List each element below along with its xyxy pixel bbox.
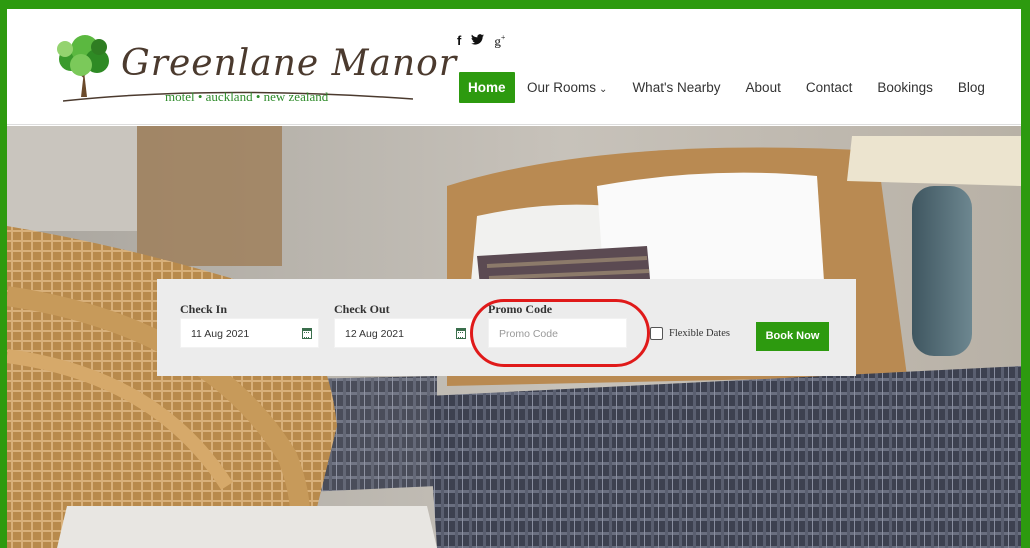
nav-blog[interactable]: Blog [945, 73, 997, 102]
book-now-button[interactable]: Book Now [756, 322, 829, 351]
check-out-label: Check Out [334, 302, 390, 316]
nav-bookings[interactable]: Bookings [865, 73, 946, 102]
calendar-icon[interactable] [456, 328, 466, 339]
flexible-dates-checkbox[interactable] [650, 327, 663, 340]
check-in-value: 11 Aug 2021 [191, 328, 250, 340]
twitter-icon[interactable] [471, 33, 485, 49]
brand-name: Greenlane Manor [121, 43, 458, 84]
check-out-value: 12 Aug 2021 [345, 328, 404, 340]
google-plus-icon[interactable]: g+ [494, 33, 505, 49]
calendar-icon[interactable] [302, 328, 312, 339]
main-nav: Home Our Rooms ⌄ What's Nearby About Cont… [459, 72, 997, 103]
promo-code-highlight-ring [470, 299, 650, 367]
brand-tagline: motel • auckland • new zealand [165, 89, 329, 104]
check-in-field: Check In 11 Aug 2021 [180, 302, 319, 348]
nav-our-rooms[interactable]: Our Rooms ⌄ [515, 73, 620, 102]
flexible-dates-label: Flexible Dates [669, 328, 730, 339]
check-in-input[interactable]: 11 Aug 2021 [180, 318, 319, 348]
check-in-label: Check In [180, 302, 228, 316]
site-header: Greenlane Manor motel • auckland • new z… [7, 9, 1021, 125]
nav-whats-nearby[interactable]: What's Nearby [620, 73, 733, 102]
nav-about[interactable]: About [733, 73, 793, 102]
check-out-field: Check Out 12 Aug 2021 [334, 302, 473, 348]
check-out-input[interactable]: 12 Aug 2021 [334, 318, 473, 348]
nav-our-rooms-label: Our Rooms [527, 80, 597, 95]
nav-home[interactable]: Home [459, 72, 515, 103]
brand-logo[interactable]: Greenlane Manor motel • auckland • new z… [51, 31, 456, 109]
social-links: f g+ [457, 33, 505, 49]
flexible-dates[interactable]: Flexible Dates [650, 327, 730, 340]
facebook-icon[interactable]: f [457, 33, 461, 49]
nav-contact[interactable]: Contact [793, 73, 865, 102]
chevron-down-icon: ⌄ [599, 84, 608, 95]
